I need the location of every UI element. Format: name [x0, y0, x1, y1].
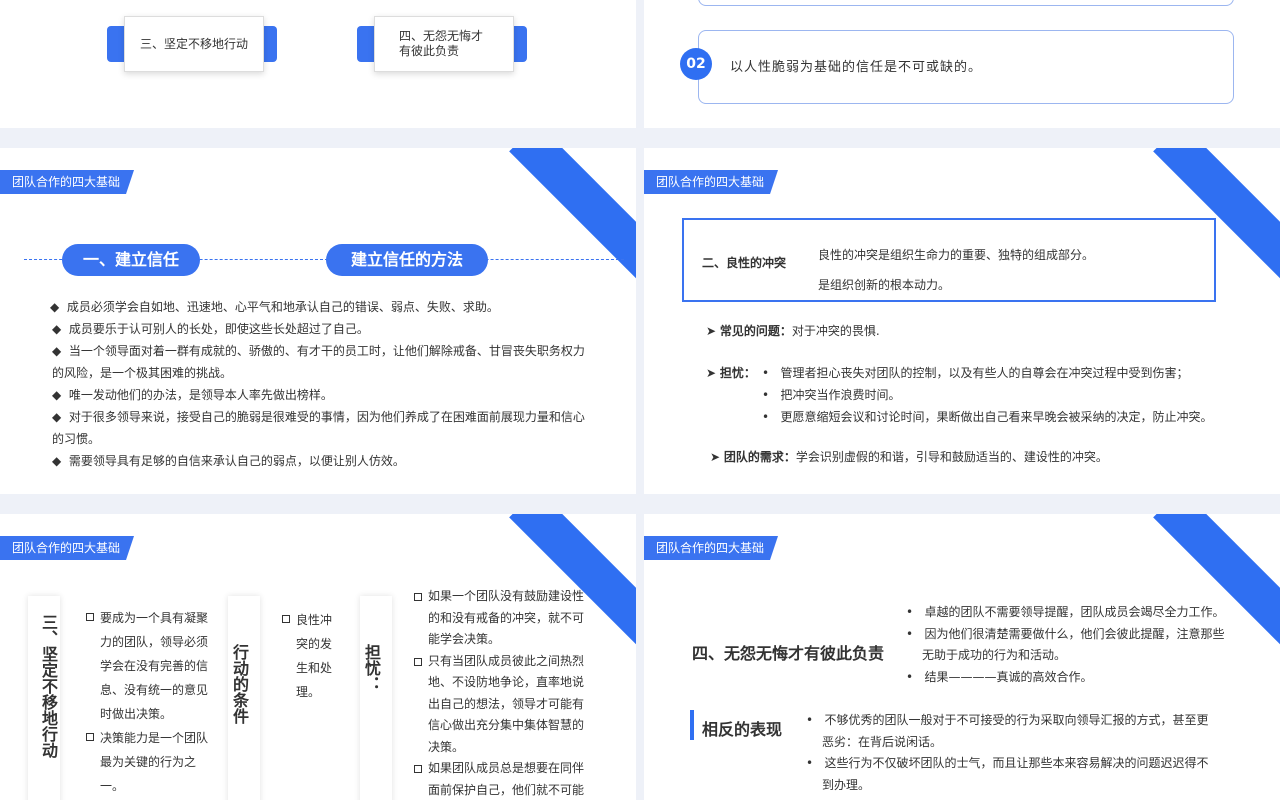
column-bar — [360, 596, 392, 800]
decision-list: 要成为一个具有凝聚力的团队，领导必须学会在没有完善的信息、没有统一的意见时做出决… — [86, 606, 212, 798]
list-item: • 把冲突当作浪费时间。 — [762, 388, 901, 402]
arrow-icon: ➤ — [706, 324, 717, 338]
section-tag: 团队合作的四大基础 — [0, 536, 134, 560]
list-item: 如果一个团队没有鼓励建设性的和没有戒备的冲突，就不可能学会决策。 — [414, 586, 586, 651]
list-item: • 管理者担心丧失对团队的控制，以及有些人的自尊会在冲突过程中受到伤害； — [762, 366, 1189, 380]
number-badge: 02 — [680, 48, 712, 80]
list-item: • 卓越的团队不需要领导提醒，团队成员会竭尽全力工作。 — [906, 605, 1225, 619]
slide-3: 团队合作的四大基础 一、建立信任 建立信任的方法 ◆ 成员必须学会自如地、迅速地… — [0, 148, 636, 494]
corner-stripe — [509, 148, 636, 293]
slide-5: 团队合作的四大基础 三、坚定不移地行动 要成为一个具有凝聚力的团队，领导必须学会… — [0, 514, 636, 800]
conflict-title: 二、良性的冲突 — [702, 256, 787, 270]
list-item: • 不够优秀的团队一般对于不可接受的行为采取向领导汇报的方式，甚至更恶劣：在背后… — [806, 713, 1209, 749]
list-item: • 因为他们很清楚需要做什么，他们会彼此提醒，注意那些无助于成功的行为和活动。 — [906, 626, 1225, 663]
vertical-title: 行动的条件 — [230, 644, 249, 724]
list-item: • 结果————真诚的高效合作。 — [906, 669, 1093, 684]
opposite-title: 相反的表现 — [702, 720, 783, 739]
slide-6: 团队合作的四大基础 四、无怨无悔才有彼此负责 • 卓越的团队不需要领导提醒，团队… — [644, 514, 1280, 800]
arrow-icon: ➤ — [706, 366, 717, 380]
list-item: ◆ 成员要乐于认可别人的长处，即使这些长处超过了自己。 — [52, 322, 369, 336]
card-step-four: 四、无怨无悔才有彼此负责 — [374, 16, 514, 72]
list-item: 要成为一个具有凝聚力的团队，领导必须学会在没有完善的信息、没有统一的意见时做出决… — [86, 606, 212, 726]
section-tag: 团队合作的四大基础 — [644, 170, 778, 194]
pill-build-trust: 一、建立信任 — [62, 244, 200, 276]
list-item: • 这些行为不仅破坏团队的士气，而且让那些本来容易解决的问题迟迟得不到办理。 — [806, 756, 1209, 792]
bullet-list: ◆ 成员必须学会自如地、迅速地、心平气和地承认自己的错误、弱点、失败、求助。 ◆… — [50, 296, 586, 472]
worry-list: 如果一个团队没有鼓励建设性的和没有戒备的冲突，就不可能学会决策。 只有当团队成员… — [414, 586, 586, 800]
pill-trust-methods: 建立信任的方法 — [326, 244, 488, 276]
conflict-desc: 是组织创新的根本动力。 — [818, 278, 951, 292]
list-item: ◆ 对于很多领导来说，接受自己的脆弱是很难受的事情，因为他们养成了在困难面前展现… — [52, 410, 585, 446]
list-item: ◆ 当一个领导面对着一群有成就的、骄傲的、有才干的员工时，让他们解除戒备、甘冒丧… — [52, 344, 585, 380]
worries: ➤ 担忧： — [706, 366, 756, 380]
condition-list: 良性冲突的发生和处理。 — [282, 608, 342, 704]
list-item: • 更愿意缩短会议和讨论时间，果断做出自己看来早晚会被采纳的决定，防止冲突。 — [762, 410, 1213, 424]
list-item: ◆ 唯一发动他们的办法，是领导本人率先做出榜样。 — [52, 388, 333, 402]
section-tag: 团队合作的四大基础 — [0, 170, 134, 194]
accent-bar — [690, 710, 694, 740]
card-outline — [698, 0, 1234, 6]
section-tag: 团队合作的四大基础 — [644, 536, 778, 560]
opposite-list: • 不够优秀的团队一般对于不可接受的行为采取向领导汇报的方式，甚至更恶劣：在背后… — [806, 710, 1218, 796]
common-problem: ➤ 常见的问题：对于冲突的畏惧. — [706, 324, 880, 338]
statement-text: 以人性脆弱为基础的信任是不可或缺的。 — [730, 60, 983, 75]
list-item: 只有当团队成员彼此之间热烈地、不设防地争论，直率地说出自己的想法，领导才可能有信… — [414, 651, 586, 759]
excellence-list: • 卓越的团队不需要领导提醒，团队成员会竭尽全力工作。 • 因为他们很清楚需要做… — [906, 602, 1226, 688]
worry-list: • 管理者担心丧失对团队的控制，以及有些人的自尊会在冲突过程中受到伤害； • 把… — [762, 362, 1262, 428]
list-item: 决策能力是一个团队最为关键的行为之一。 — [86, 726, 212, 798]
conflict-box: 二、良性的冲突 良性的冲突是组织生命力的重要、独特的组成部分。 是组织创新的根本… — [682, 218, 1216, 302]
slide-1: 三、坚定不移地行动 四、无怨无悔才有彼此负责 — [0, 0, 636, 128]
list-item: ◆ 需要领导具有足够的自信来承认自己的弱点，以便让别人仿效。 — [52, 454, 405, 468]
vertical-title: 三、坚定不移地行动 — [39, 614, 58, 758]
list-item: 如果团队成员总是想要在同伴面前保护自己，他们就不可能 — [414, 758, 586, 800]
list-item: 良性冲突的发生和处理。 — [282, 608, 342, 704]
card-step-three: 三、坚定不移地行动 — [124, 16, 264, 72]
arrow-icon: ➤ — [710, 450, 721, 464]
conflict-desc: 良性的冲突是组织生命力的重要、独特的组成部分。 — [818, 248, 1095, 262]
team-needs: ➤ 团队的需求：学会识别虚假的和谐，引导和鼓励适当的、建设性的冲突。 — [710, 450, 1108, 464]
slide-2: 02 以人性脆弱为基础的信任是不可或缺的。 — [644, 0, 1280, 128]
section-title: 四、无怨无悔才有彼此负责 — [692, 644, 885, 663]
vertical-title: 担忧： — [362, 644, 381, 692]
slide-4: 团队合作的四大基础 二、良性的冲突 良性的冲突是组织生命力的重要、独特的组成部分… — [644, 148, 1280, 494]
list-item: ◆ 成员必须学会自如地、迅速地、心平气和地承认自己的错误、弱点、失败、求助。 — [50, 300, 499, 314]
